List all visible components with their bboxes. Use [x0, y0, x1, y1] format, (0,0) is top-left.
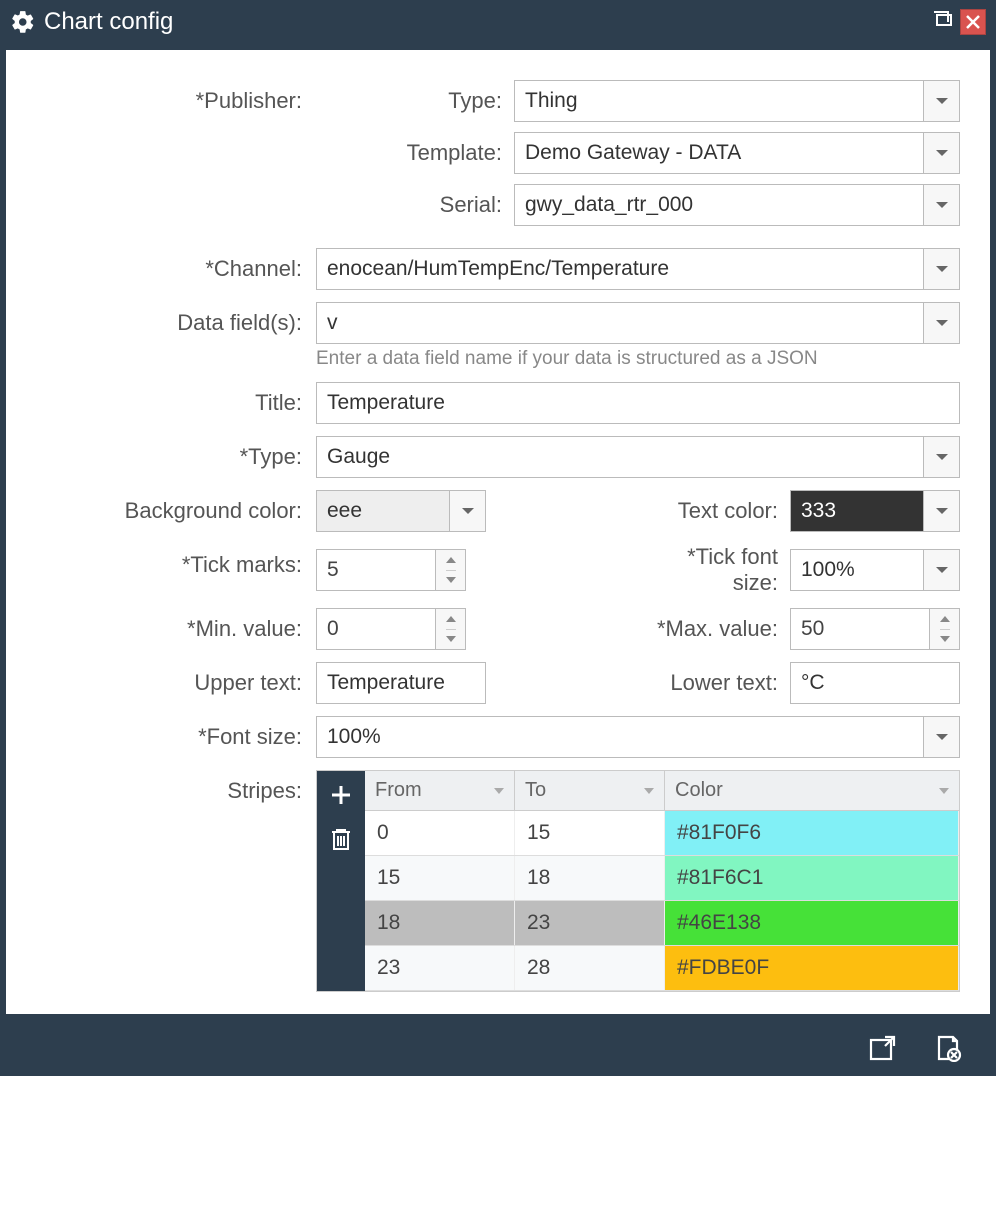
spin-down-icon[interactable] [940, 630, 950, 650]
min-value-input[interactable]: 0 [316, 608, 466, 650]
cell-from[interactable]: 18 [365, 901, 515, 945]
font-size-select[interactable]: 100% [316, 716, 960, 758]
table-row[interactable]: 2328#FDBE0F [365, 946, 959, 991]
cell-to[interactable]: 18 [515, 856, 665, 900]
tick-marks-label: *Tick marks: [36, 544, 316, 578]
chevron-down-icon[interactable] [449, 491, 485, 531]
lower-text-input[interactable]: °C [790, 662, 960, 704]
bg-color-label: Background color: [36, 490, 316, 524]
spin-up-icon[interactable] [446, 609, 456, 630]
chevron-down-icon[interactable] [923, 437, 959, 477]
spin-down-icon[interactable] [446, 630, 456, 650]
cell-from[interactable]: 15 [365, 856, 515, 900]
chevron-down-icon[interactable] [923, 550, 959, 590]
upper-text-input[interactable]: Temperature [316, 662, 486, 704]
data-fields-help: Enter a data field name if your data is … [316, 348, 960, 370]
data-fields-label: Data field(s): [36, 302, 316, 336]
add-stripe-button[interactable] [323, 777, 359, 813]
cell-to[interactable]: 23 [515, 901, 665, 945]
cell-from[interactable]: 23 [365, 946, 515, 990]
column-header-from[interactable]: From [365, 771, 515, 810]
serial-label: Serial: [316, 192, 514, 218]
spin-down-icon[interactable] [446, 571, 456, 591]
chart-type-select[interactable]: Gauge [316, 436, 960, 478]
table-row[interactable]: 1823#46E138 [365, 901, 959, 946]
spin-up-icon[interactable] [446, 550, 456, 571]
tick-marks-input[interactable]: 5 [316, 549, 466, 591]
chevron-down-icon[interactable] [923, 133, 959, 173]
upper-text-label: Upper text: [36, 662, 316, 696]
channel-label: *Channel: [36, 248, 316, 282]
stripes-grid: From To Color 015 [365, 771, 959, 991]
column-header-color[interactable]: Color [665, 771, 959, 810]
restore-button[interactable] [932, 10, 954, 34]
cancel-button[interactable] [930, 1030, 966, 1066]
tick-font-size-label: *Tick font size: [638, 544, 790, 596]
delete-stripe-button[interactable] [323, 821, 359, 857]
title-input[interactable]: Temperature [316, 382, 960, 424]
cell-to[interactable]: 15 [515, 811, 665, 855]
text-color-label: Text color: [638, 498, 790, 524]
cell-color[interactable]: #81F6C1 [665, 856, 959, 900]
stripes-toolbar [317, 771, 365, 991]
close-button[interactable] [960, 9, 986, 35]
publisher-serial-select[interactable]: gwy_data_rtr_000 [514, 184, 960, 226]
save-button[interactable] [864, 1030, 900, 1066]
template-label: Template: [316, 140, 514, 166]
cell-color[interactable]: #FDBE0F [665, 946, 959, 990]
chevron-down-icon[interactable] [923, 491, 959, 531]
chevron-down-icon[interactable] [923, 717, 959, 757]
tick-font-size-select[interactable]: 100% [790, 549, 960, 591]
spin-up-icon[interactable] [940, 609, 950, 630]
cell-color[interactable]: #46E138 [665, 901, 959, 945]
cell-to[interactable]: 28 [515, 946, 665, 990]
min-value-label: *Min. value: [36, 608, 316, 642]
bg-color-select[interactable]: eee [316, 490, 486, 532]
cell-from[interactable]: 0 [365, 811, 515, 855]
max-value-input[interactable]: 50 [790, 608, 960, 650]
max-value-label: *Max. value: [638, 616, 790, 642]
chart-type-label: *Type: [36, 436, 316, 470]
gear-icon [10, 9, 36, 35]
text-color-select[interactable]: 333 [790, 490, 960, 532]
stripes-label: Stripes: [36, 770, 316, 804]
chevron-down-icon[interactable] [923, 81, 959, 121]
lower-text-label: Lower text: [638, 670, 790, 696]
title-label: Title: [36, 382, 316, 416]
chevron-down-icon[interactable] [923, 249, 959, 289]
window-title: Chart config [44, 8, 924, 36]
form-body: *Publisher: Type: Thing Template: [6, 50, 990, 1014]
table-row[interactable]: 1518#81F6C1 [365, 856, 959, 901]
type-label: Type: [316, 88, 514, 114]
column-header-to[interactable]: To [515, 771, 665, 810]
table-row[interactable]: 015#81F0F6 [365, 811, 959, 856]
channel-select[interactable]: enocean/HumTempEnc/Temperature [316, 248, 960, 290]
stripes-editor: From To Color 015 [316, 770, 960, 992]
chevron-down-icon[interactable] [923, 303, 959, 343]
titlebar: Chart config [0, 0, 996, 44]
data-fields-select[interactable]: v [316, 302, 960, 344]
font-size-label: *Font size: [36, 716, 316, 750]
chevron-down-icon[interactable] [923, 185, 959, 225]
cell-color[interactable]: #81F0F6 [665, 811, 959, 855]
dialog-footer [0, 1020, 996, 1076]
chart-config-window: Chart config *Publisher: Type: Thing [0, 0, 996, 1076]
publisher-type-select[interactable]: Thing [514, 80, 960, 122]
publisher-template-select[interactable]: Demo Gateway - DATA [514, 132, 960, 174]
publisher-label: *Publisher: [36, 80, 316, 114]
